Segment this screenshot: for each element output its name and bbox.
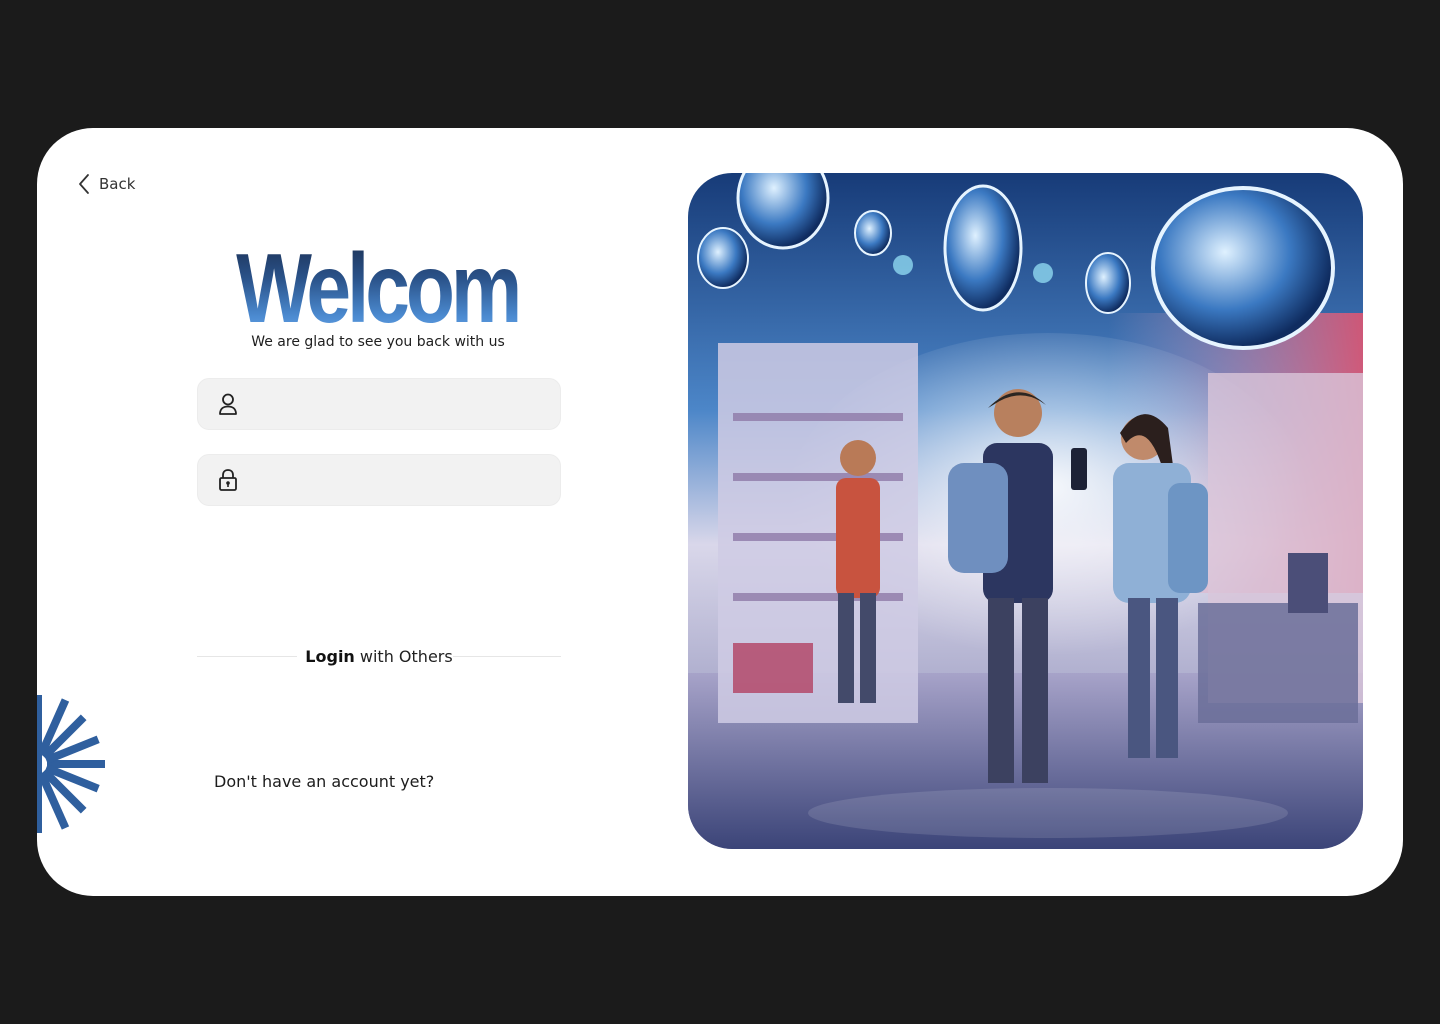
lock-icon [216,468,240,492]
back-label: Back [99,175,136,193]
signup-link[interactable]: Don't have an account yet? [214,772,434,791]
back-button[interactable]: Back [77,173,135,195]
password-input[interactable] [252,454,560,506]
page-subtitle: We are glad to see you back with us [251,334,505,350]
chevron-left-icon [77,173,93,195]
login-with-others-divider: Login with Others [197,643,561,671]
starburst-icon [37,695,107,837]
login-with-others-bold: Login [305,647,355,666]
username-field[interactable] [197,378,561,430]
login-card: Back Welcome We are glad to see you back… [37,128,1403,896]
username-input[interactable] [252,378,560,430]
login-with-others-label[interactable]: Login with Others [197,647,561,666]
password-field[interactable] [197,454,561,506]
user-icon [216,392,240,416]
login-with-others-rest: with Others [354,647,453,666]
hero-illustration [688,173,1363,849]
page-title: Welcome [236,233,563,343]
